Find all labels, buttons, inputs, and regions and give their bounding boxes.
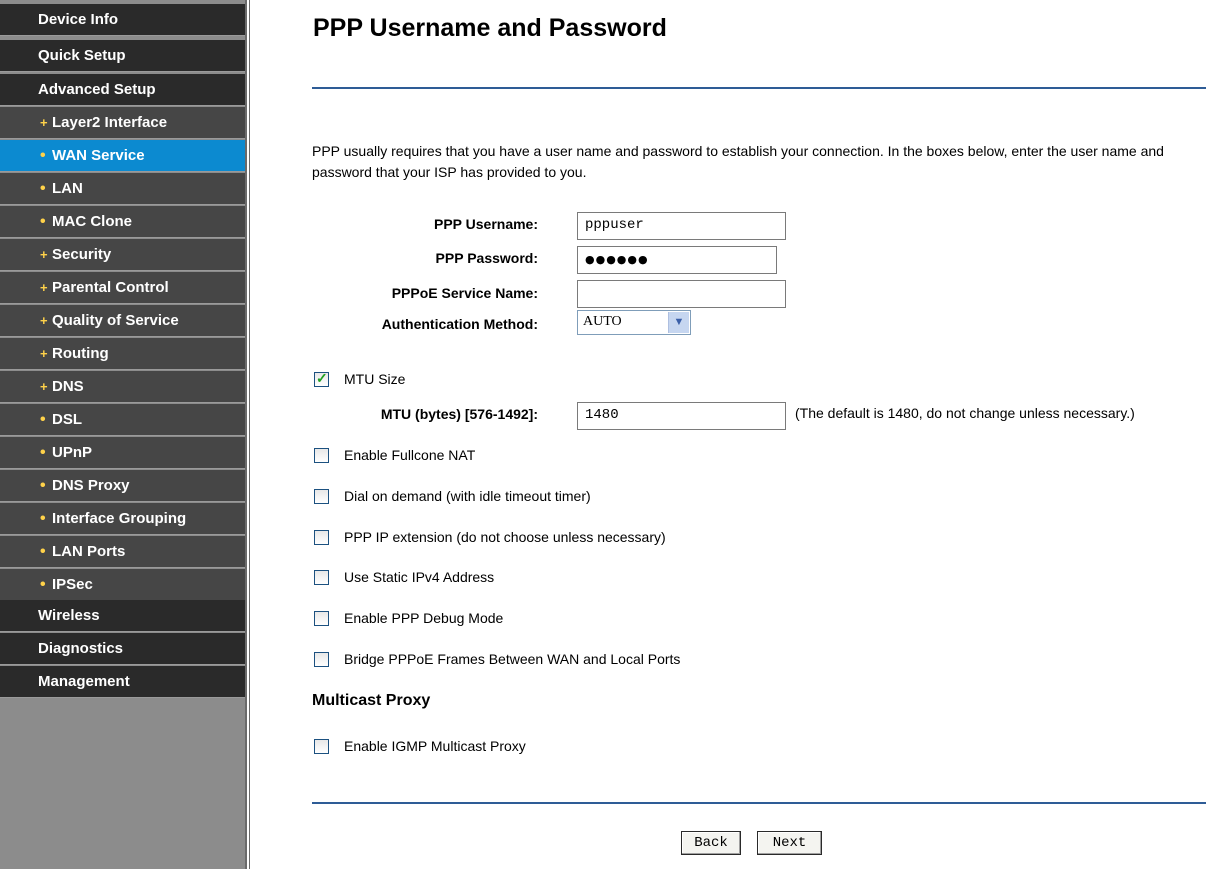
- bullet-icon: •: [40, 543, 46, 560]
- fullcone-nat-label: Enable Fullcone NAT: [344, 447, 476, 463]
- back-button[interactable]: Back: [681, 831, 741, 855]
- plus-icon: +: [40, 346, 48, 361]
- sidebar-item-interface-grouping[interactable]: • Interface Grouping: [0, 503, 245, 535]
- sidebar-item-management[interactable]: Management: [0, 666, 245, 698]
- bridge-pppoe-checkbox[interactable]: [314, 652, 329, 667]
- sidebar-item-label: Routing: [52, 345, 109, 362]
- static-ipv4-checkbox[interactable]: [314, 570, 329, 585]
- sidebar-item-label: Security: [52, 246, 112, 263]
- dial-on-demand-label: Dial on demand (with idle timeout timer): [344, 488, 591, 504]
- multicast-proxy-heading: Multicast Proxy: [312, 692, 431, 709]
- sidebar-divider: [245, 0, 247, 869]
- sidebar-item-quick-setup[interactable]: Quick Setup: [0, 40, 245, 72]
- sidebar-item-label: Interface Grouping: [52, 510, 187, 527]
- static-ipv4-label: Use Static IPv4 Address: [344, 569, 495, 585]
- auth-method-select[interactable]: AUTO ▼: [577, 310, 691, 335]
- fullcone-nat-checkbox[interactable]: [314, 448, 329, 463]
- sidebar-item-label: DNS: [52, 378, 84, 395]
- sidebar-item-parental-control[interactable]: + Parental Control: [0, 272, 245, 304]
- sidebar-item-lan-ports[interactable]: • LAN Ports: [0, 536, 245, 568]
- sidebar-item-wan-service[interactable]: • WAN Service: [0, 140, 245, 172]
- top-divider: [312, 87, 1206, 89]
- bullet-icon: •: [40, 147, 46, 164]
- pppoe-service-name-input[interactable]: [577, 280, 786, 308]
- sidebar-item-layer2-interface[interactable]: + Layer2 Interface: [0, 107, 245, 139]
- sidebar-item-label: MAC Clone: [52, 213, 132, 230]
- sidebar-item-wireless[interactable]: Wireless: [0, 600, 245, 632]
- sidebar-item-label: WAN Service: [52, 147, 145, 164]
- bullet-icon: •: [40, 477, 46, 494]
- sidebar-item-label: Quick Setup: [38, 47, 126, 64]
- sidebar-item-label: Device Info: [38, 11, 119, 28]
- sidebar-item-upnp[interactable]: • UPnP: [0, 437, 245, 469]
- sidebar-item-routing[interactable]: + Routing: [0, 338, 245, 370]
- sidebar-item-label: LAN: [52, 180, 83, 197]
- bridge-pppoe-label: Bridge PPPoE Frames Between WAN and Loca…: [344, 651, 681, 667]
- auth-method-label: Authentication Method:: [381, 316, 538, 332]
- sidebar-item-lan[interactable]: • LAN: [0, 173, 245, 205]
- sidebar-item-label: Diagnostics: [38, 640, 124, 657]
- sidebar-item-label: UPnP: [52, 444, 93, 461]
- sidebar-nav: Device Info Quick Setup Advanced Setup +…: [0, 0, 245, 869]
- sidebar-item-label: IPSec: [52, 576, 93, 593]
- sidebar-item-label: Management: [38, 673, 130, 690]
- plus-icon: +: [40, 115, 48, 130]
- plus-icon: +: [40, 247, 48, 262]
- sidebar-item-dsl[interactable]: • DSL: [0, 404, 245, 436]
- dial-on-demand-checkbox[interactable]: [314, 489, 329, 504]
- sidebar-item-label: Wireless: [38, 607, 100, 624]
- sidebar-item-label: Parental Control: [52, 279, 169, 296]
- mtu-size-checkbox[interactable]: ✓: [314, 370, 329, 387]
- sidebar-item-security[interactable]: + Security: [0, 239, 245, 271]
- checkmark-icon: ✓: [316, 370, 328, 386]
- ppp-debug-mode-label: Enable PPP Debug Mode: [344, 610, 504, 626]
- mtu-bytes-label: MTU (bytes) [576-1492]:: [380, 406, 538, 422]
- pppoe-service-name-label: PPPoE Service Name:: [391, 285, 538, 301]
- ppp-debug-mode-checkbox[interactable]: [314, 611, 329, 626]
- ppp-password-input[interactable]: ●●●●●●: [577, 246, 777, 274]
- next-button[interactable]: Next: [757, 831, 822, 855]
- sidebar-divider: [249, 0, 250, 869]
- sidebar-item-label: Quality of Service: [52, 312, 179, 329]
- sidebar-item-mac-clone[interactable]: • MAC Clone: [0, 206, 245, 238]
- sidebar-item-label: Advanced Setup: [38, 81, 156, 98]
- igmp-multicast-proxy-label: Enable IGMP Multicast Proxy: [344, 738, 526, 754]
- mtu-size-label: MTU Size: [344, 371, 406, 387]
- bullet-icon: •: [40, 411, 46, 428]
- sidebar-item-quality-of-service[interactable]: + Quality of Service: [0, 305, 245, 337]
- sidebar-item-label: DSL: [52, 411, 82, 428]
- mtu-bytes-input[interactable]: 1480: [577, 402, 786, 430]
- chevron-down-icon[interactable]: ▼: [668, 312, 689, 333]
- sidebar-item-dns[interactable]: + DNS: [0, 371, 245, 403]
- plus-icon: +: [40, 280, 48, 295]
- sidebar-item-label: Layer2 Interface: [52, 114, 168, 131]
- sidebar-item-advanced-setup[interactable]: Advanced Setup: [0, 74, 245, 106]
- auth-method-value: AUTO: [583, 314, 622, 329]
- sidebar-item-device-info[interactable]: Device Info: [0, 4, 245, 36]
- ppp-ip-extension-checkbox[interactable]: [314, 530, 329, 545]
- bullet-icon: •: [40, 576, 46, 593]
- bullet-icon: •: [40, 444, 46, 461]
- sidebar-item-label: LAN Ports: [52, 543, 126, 560]
- plus-icon: +: [40, 313, 48, 328]
- bullet-icon: •: [40, 213, 46, 230]
- bullet-icon: •: [40, 510, 46, 527]
- sidebar-item-dns-proxy[interactable]: • DNS Proxy: [0, 470, 245, 502]
- ppp-ip-extension-label: PPP IP extension (do not choose unless n…: [344, 529, 666, 545]
- intro-text: PPP usually requires that you have a use…: [312, 143, 1164, 180]
- ppp-username-label: PPP Username:: [433, 216, 538, 232]
- page-title: PPP Username and Password: [313, 14, 667, 42]
- ppp-password-label: PPP Password:: [435, 250, 538, 266]
- mtu-hint-text: (The default is 1480, do not change unle…: [795, 405, 1135, 421]
- plus-icon: +: [40, 379, 48, 394]
- bottom-divider: [312, 802, 1206, 804]
- sidebar-item-label: DNS Proxy: [52, 477, 130, 494]
- sidebar-item-ipsec[interactable]: • IPSec: [0, 569, 245, 601]
- bullet-icon: •: [40, 180, 46, 197]
- sidebar-item-diagnostics[interactable]: Diagnostics: [0, 633, 245, 665]
- igmp-multicast-proxy-checkbox[interactable]: [314, 739, 329, 754]
- ppp-username-input[interactable]: pppuser: [577, 212, 786, 240]
